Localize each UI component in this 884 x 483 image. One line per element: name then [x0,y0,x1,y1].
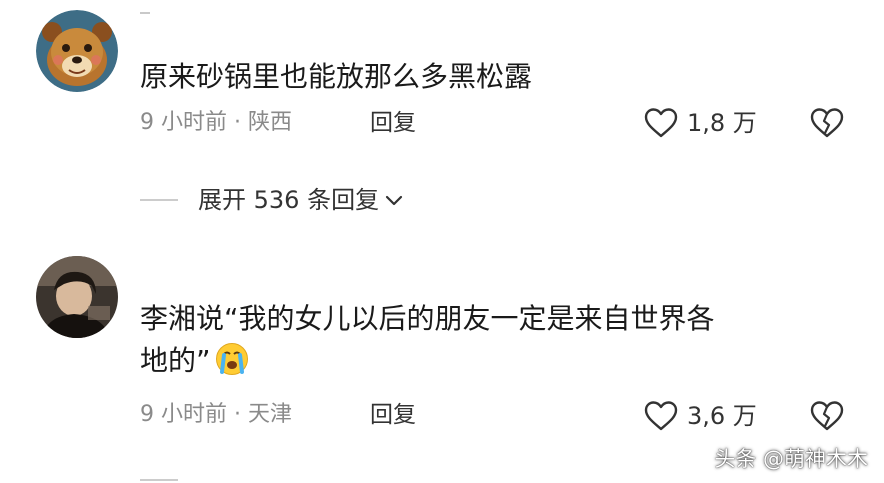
comment-text: 原来砂锅里也能放那么多黑松露 [140,60,533,93]
broken-heart-icon [810,108,844,138]
comment-text: 李湘说“我的女儿以后的朋友一定是来自世界各 地的” [140,298,715,388]
comment-text-line-2: 地的” [140,340,715,388]
like-count: 1,8 万 [687,109,757,137]
expand-replies-button[interactable]: 展开 536 条回复 [140,182,405,218]
broken-heart-icon [810,401,844,431]
avatar[interactable] [36,256,118,338]
crying-face-emoji-icon [215,342,249,388]
expand-replies-button-partial[interactable] [140,470,198,483]
dislike-button[interactable] [809,399,845,433]
dislike-button[interactable] [809,106,845,140]
heart-icon [644,401,678,431]
cartoon-bear-avatar-icon [36,10,118,92]
comment-time-location: 9 小时前 · 陕西 [140,110,292,135]
comment-text-line: 李湘说“我的女儿以后的朋友一定是来自世界各 [140,302,715,335]
comment-text-line: 地的” [140,344,211,377]
reply-button[interactable]: 回复 [370,400,416,430]
watermark: 头条 @萌神木木 [714,447,868,471]
expand-divider [140,199,178,201]
avatar[interactable] [36,10,118,92]
comment-time-location: 9 小时前 · 天津 [140,402,292,427]
expand-replies-label: 展开 536 条回复 [198,186,380,214]
chevron-down-icon [385,195,403,206]
heart-icon [644,108,678,138]
like-button[interactable]: 1,8 万 [643,106,757,140]
expand-divider [140,479,178,481]
top-divider [140,12,150,14]
like-button[interactable]: 3,6 万 [643,399,757,433]
comment-list: 原来砂锅里也能放那么多黑松露 9 小时前 · 陕西 回复 1,8 万 展开 53… [0,0,884,483]
reply-button[interactable]: 回复 [370,108,416,138]
like-count: 3,6 万 [687,402,757,430]
person-photo-avatar-icon [36,256,118,338]
